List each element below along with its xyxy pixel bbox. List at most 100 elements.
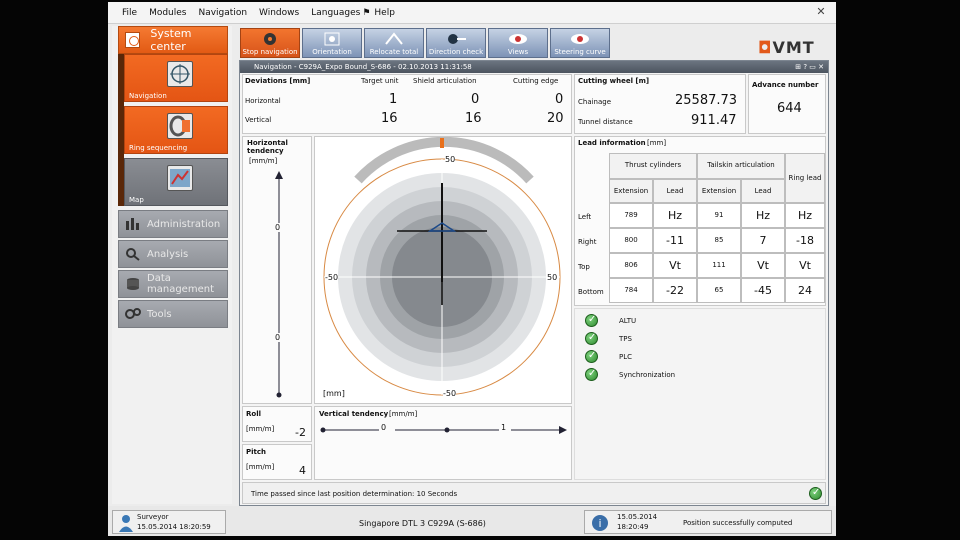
direction-check-button[interactable]: Direction check [426,28,486,58]
advance-number-value: 644 [777,101,802,116]
views-button[interactable]: Views [488,28,548,58]
relocate-icon [385,32,403,45]
user-icon [119,515,133,532]
lead-information-unit: [mm] [647,139,667,147]
col-shield-articulation: Shield articulation [413,77,477,85]
stop-navigation-button[interactable]: Stop navigation [240,28,300,58]
user-datetime: 15.05.2014 18:20:59 [137,523,211,531]
menu-navigation[interactable]: Navigation [198,8,247,18]
tps-check-icon [585,332,598,345]
sidebar-button-label: Ring sequencing [129,144,188,152]
direction-check-icon [448,34,466,44]
roll-panel: Roll [mm/m] -2 [242,406,312,442]
status-tps: TPS [619,335,632,343]
roll-label: Roll [246,410,261,418]
database-icon [125,277,141,291]
footer-date: 15.05.2014 [617,513,658,521]
thrust-lead-left: Hz [653,203,697,228]
pitch-panel: Pitch [mm/m] 4 [242,444,312,480]
footer-time: 18:20:49 [617,523,649,531]
orientation-button[interactable]: Orientation [302,28,362,58]
advance-number-panel: Advance number 644 [748,74,826,134]
tailskin-lead-left: Hz [741,203,785,228]
sidebar-button-navigation[interactable]: Navigation [124,54,228,102]
user-panel[interactable]: Surveyor 15.05.2014 18:20:59 [112,510,226,534]
target-label-bottom: -50 [443,389,457,398]
thrust-lead-right: -11 [653,228,697,253]
sidebar-item-tools[interactable]: Tools [118,300,228,328]
cutting-wheel-title: Cutting wheel [m] [578,77,650,85]
horizontal-tendency-panel: Horizontal tendency [mm/m] 0 0 [242,136,312,404]
steering-curve-button[interactable]: Steering curve [550,28,610,58]
thrust-lead-bottom: -22 [653,278,697,303]
horizontal-tendency-value-bottom: 0 [275,333,281,342]
ring-lead-right: -18 [785,228,825,253]
toolbar-button-label: Relocate total [369,48,419,56]
toolbar-button-label: Stop navigation [242,48,298,56]
pitch-value: 4 [299,464,306,477]
vertical-tendency-panel: Vertical tendency [mm/m] 0 1 [314,406,572,480]
vertical-target-unit: 16 [381,111,398,126]
menu-windows[interactable]: Windows [259,8,299,18]
tailskin-extension-bottom: 65 [697,278,741,303]
vertical-tendency-value-1: 0 [381,423,387,432]
thrust-cylinders-header: Thrust cylinders [609,153,697,179]
horizontal-shield-articulation: 0 [471,92,480,107]
vertical-tendency-unit: [mm/m] [389,410,418,418]
target-label-right: 50 [547,273,558,282]
toolbar-button-label: Direction check [428,48,484,56]
sidebar-item-administration[interactable]: Administration [118,210,228,238]
magnifier-icon [125,247,141,261]
lead-row-label-right: Right [578,238,597,246]
sidebar-button-label: Navigation [129,92,167,100]
toolbar-button-label: Views [507,48,529,56]
eye-icon [509,34,527,44]
tailskin-lead-header: Lead [741,179,785,203]
tailskin-extension-top: 111 [697,253,741,278]
ring-lead-left: Hz [785,203,825,228]
flag-icon: ⚑ [362,7,371,18]
row-vertical-label: Vertical [245,116,272,124]
menu-file[interactable]: File [122,8,137,18]
close-icon[interactable]: ✕ [814,5,828,19]
menu-help[interactable]: Help [374,8,395,18]
vertical-shield-articulation: 16 [465,111,482,126]
sidebar-button-map[interactable]: Map [124,158,228,206]
target-display: 50 -50 -50 50 [mm] [314,136,572,404]
toolbar-button-label: Orientation [312,48,352,56]
lead-information-panel: Lead information [mm] Thrust cylinders T… [574,136,826,306]
vertical-tendency-value-2: 1 [501,423,507,432]
menu-languages[interactable]: Languages [311,8,360,18]
svg-text:i: i [598,517,601,530]
ring-segment-icon [167,113,193,139]
sidebar-item-label: Analysis [147,248,189,260]
sidebar-item-analysis[interactable]: Analysis [118,240,228,268]
navigation-window-title: Navigation - C929A_Expo Bound_S-686 - 02… [254,63,472,71]
system-center-button[interactable]: System center [118,26,228,54]
lead-row-label-bottom: Bottom [578,288,604,296]
sidebar: System center Navigation Ring sequencing… [112,26,232,504]
thrust-extension-right: 800 [609,228,653,253]
tailskin-lead-bottom: -45 [741,278,785,303]
sidebar-button-ring-sequencing[interactable]: Ring sequencing [124,106,228,154]
horizontal-tendency-axis [275,171,283,398]
gears-icon [125,307,141,321]
thrust-extension-left: 789 [609,203,653,228]
footer-status-panel: i 15.05.2014 18:20:49 Position successfu… [584,510,832,534]
menu-modules[interactable]: Modules [149,8,186,18]
horizontal-tendency-value-top: 0 [275,223,281,232]
sidebar-item-data-management[interactable]: Data management [118,270,228,298]
tailskin-extension-right: 85 [697,228,741,253]
steering-curve-icon [571,34,589,44]
status-bar: Surveyor 15.05.2014 18:20:59 Singapore D… [108,506,836,536]
time-passed-text: Time passed since last position determin… [251,490,458,498]
window-controls[interactable]: ⊞ ? ▭ ✕ [795,61,824,73]
navigation-window-titlebar[interactable]: Navigation - C929A_Expo Bound_S-686 - 02… [240,61,828,73]
project-panel: Singapore DTL 3 C929A (S-686) [230,510,580,534]
thrust-extension-bottom: 784 [609,278,653,303]
map-icon [167,165,193,191]
tunnel-distance-label: Tunnel distance [578,118,633,126]
relocate-total-button[interactable]: Relocate total [364,28,424,58]
tailskin-extension-header: Extension [697,179,741,203]
lead-row-label-left: Left [578,213,592,221]
